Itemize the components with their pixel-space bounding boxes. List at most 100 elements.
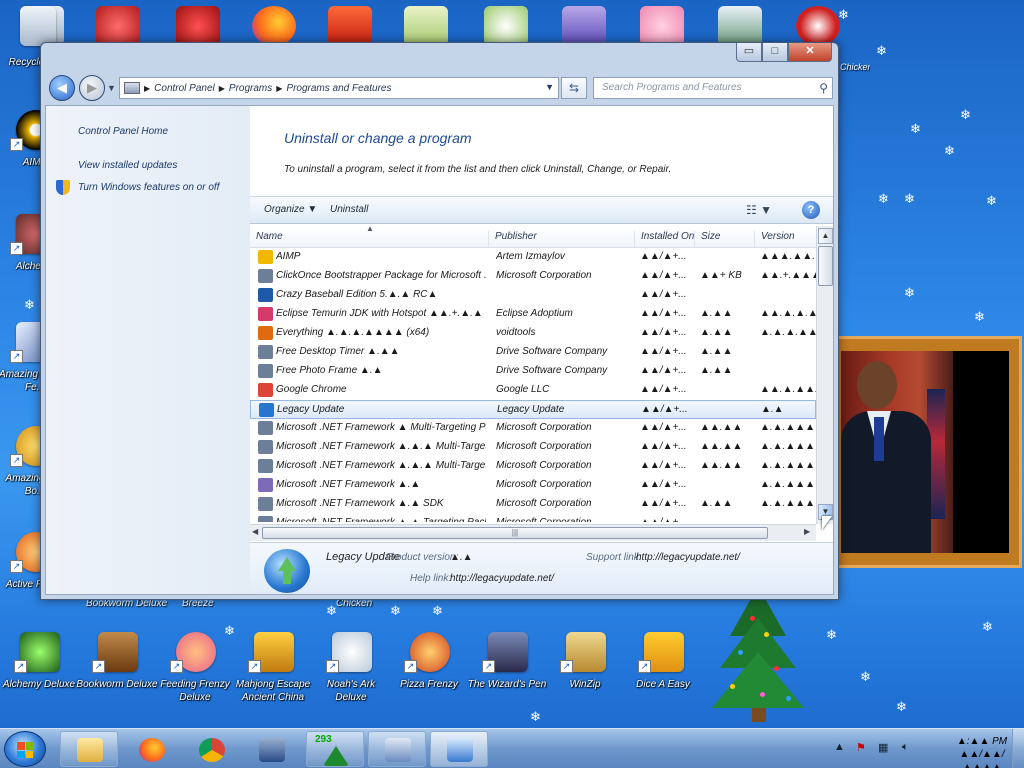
program-row[interactable]: ClickOnce Bootstrapper Package for Micro…	[250, 267, 816, 286]
program-row[interactable]: Legacy Update Legacy Update ▲▲/▲+... ▲.▲	[250, 400, 816, 419]
column-header-installed-on[interactable]: Installed On	[634, 231, 694, 247]
scroll-thumb[interactable]	[818, 246, 833, 286]
hscroll-thumb[interactable]: |||	[262, 527, 768, 539]
program-installed-cell: ▲▲/▲+...	[640, 498, 687, 509]
desktop-icon-label: Pizza Frenzy	[400, 679, 458, 690]
control-panel-home-link[interactable]: Control Panel Home	[78, 126, 168, 137]
close-button[interactable]: ✕	[788, 43, 832, 62]
uninstall-button[interactable]: Uninstall	[330, 204, 368, 215]
breadcrumb-programs-and-features[interactable]: Programs and Features	[282, 83, 395, 94]
address-dropdown-icon[interactable]: ▼	[545, 82, 554, 92]
taskbar-chrome[interactable]	[182, 731, 240, 767]
horizontal-scrollbar[interactable]: ◀ ||| ▶	[250, 524, 816, 541]
magic-icon[interactable]	[562, 6, 606, 46]
help-link-label: Help link:	[410, 573, 452, 584]
forward-button[interactable]: ▶	[79, 75, 105, 101]
windows-features-link[interactable]: Turn Windows features on or off	[78, 182, 219, 193]
volume-icon[interactable]: 🔈︎	[902, 741, 909, 754]
column-header-version[interactable]: Version	[754, 231, 795, 247]
desktop-icon-dice-a-easy[interactable]: ↗ Dice A Easy	[628, 630, 698, 708]
help-button[interactable]: ?	[802, 201, 820, 219]
desktop-icon-bookworm-deluxe[interactable]: ↗ Bookworm Deluxe	[76, 630, 158, 708]
program-row[interactable]: AIMP Artem Izmaylov ▲▲/▲+... ▲▲▲.▲▲.▲▲	[250, 248, 816, 267]
column-header-size[interactable]: Size	[694, 231, 720, 247]
creature-icon[interactable]	[176, 6, 220, 46]
network-icon[interactable]: ▦	[878, 741, 888, 754]
desktop-icon-label: Feeding Frenzy Deluxe	[160, 679, 230, 703]
product-version-label: Product version:	[386, 552, 459, 563]
column-header-publisher[interactable]: Publisher	[488, 231, 537, 247]
desktop-icon-pizza-frenzy[interactable]: ↗ Pizza Frenzy	[394, 630, 464, 708]
view-options-button[interactable]: ☷ ▼	[746, 203, 772, 217]
firefox-icon[interactable]	[252, 6, 296, 46]
history-dropdown-icon[interactable]: ▼	[107, 83, 116, 93]
clock-date: ▲▲/▲▲/▲▲▲▲	[959, 749, 1005, 768]
program-icon	[258, 440, 273, 454]
window-app-icon[interactable]	[718, 6, 762, 46]
flower-icon[interactable]	[484, 6, 528, 46]
desktop-icon-mahjong[interactable]: ↗ Mahjong Escape Ancient China	[236, 630, 310, 708]
back-button[interactable]: ◀	[49, 75, 75, 101]
search-icon[interactable]: ⚲	[819, 78, 828, 98]
show-desktop-button[interactable]	[1012, 729, 1024, 768]
refresh-button[interactable]: ⇆	[561, 77, 587, 99]
show-hidden-icons-button[interactable]: ▲	[834, 741, 845, 753]
search-input[interactable]: Search Programs and Features ⚲	[593, 77, 833, 99]
breadcrumb-programs[interactable]: Programs	[225, 83, 276, 94]
program-icon	[259, 403, 274, 417]
photo-frame-gadget[interactable]	[830, 336, 1022, 568]
program-row[interactable]: Microsoft .NET Framework ▲.▲ SDK Microsof…	[250, 495, 816, 514]
program-row[interactable]: Microsoft .NET Framework ▲.▲ Microsoft Co…	[250, 476, 816, 495]
programs-and-features-window[interactable]: ▭ □ ✕ ◀ ▶ ▼ ▶ Control Panel ▶ Programs ▶…	[40, 42, 839, 600]
desktop-icon-wizards-pen[interactable]: ↗ The Wizard's Pen	[468, 630, 546, 708]
program-row[interactable]: Eclipse Temurin JDK with Hotspot ▲▲.+.▲.…	[250, 305, 816, 324]
program-row[interactable]: Everything ▲.▲.▲.▲▲▲▲ (x64) voidtools ▲▲/▲…	[250, 324, 816, 343]
tasks-pane: Control Panel Home View installed update…	[46, 106, 250, 594]
help-link[interactable]: http://legacyupdate.net/	[450, 573, 554, 584]
shrine-icon[interactable]	[328, 6, 372, 46]
program-name-cell: Legacy Update	[277, 404, 345, 415]
maximize-button[interactable]: □	[762, 43, 788, 62]
game-icon[interactable]	[96, 6, 140, 46]
scroll-left-button[interactable]: ◀	[252, 527, 258, 536]
scroll-up-button[interactable]: ▲	[818, 228, 833, 244]
program-row[interactable]: Microsoft .NET Framework ▲.▲ Targeting P…	[250, 514, 816, 522]
chicken-icon[interactable]	[796, 6, 840, 46]
blossom-icon[interactable]	[640, 6, 684, 46]
view-installed-updates-link[interactable]: View installed updates	[78, 160, 177, 171]
program-row[interactable]: Google Chrome Google LLC ▲▲/▲+... ▲▲.▲.▲▲.▲…	[250, 381, 816, 400]
vertical-scrollbar[interactable]: ▲ ▼	[816, 226, 833, 524]
start-button[interactable]	[4, 731, 46, 767]
program-row[interactable]: Free Desktop Timer ▲.▲▲ Drive Software Co…	[250, 343, 816, 362]
notepad-icon[interactable]	[404, 6, 448, 46]
desktop-icon-alchemy-deluxe[interactable]: ↗ Alchemy Deluxe	[3, 630, 75, 708]
window-client-area: Control Panel Home View installed update…	[45, 105, 834, 595]
desktop-icon-noahs-ark[interactable]: ↗ Noah's Ark Deluxe	[316, 630, 386, 708]
shortcut-arrow-icon: ↗	[326, 660, 339, 673]
program-row[interactable]: Microsoft .NET Framework ▲.▲.▲ Multi-Tar…	[250, 438, 816, 457]
organize-button[interactable]: Organize ▼	[264, 204, 317, 215]
program-row[interactable]: Crazy Baseball Edition 5.▲.▲ RC▲ ▲▲/▲+...	[250, 286, 816, 305]
program-list[interactable]: AIMP Artem Izmaylov ▲▲/▲+... ▲▲▲.▲▲.▲▲ Click…	[250, 248, 816, 522]
desktop-icon-winzip[interactable]: ↗ WinZip	[550, 630, 620, 708]
desktop-icon-feeding-frenzy[interactable]: ↗ Feeding Frenzy Deluxe	[160, 630, 230, 708]
breadcrumb-control-panel[interactable]: Control Panel	[150, 83, 219, 94]
taskbar-tree-gadget[interactable]: 293	[306, 731, 364, 767]
taskbar-firefox[interactable]	[122, 731, 180, 767]
program-row[interactable]: Microsoft .NET Framework ▲ Multi-Targeti…	[250, 419, 816, 438]
support-link[interactable]: http://legacyupdate.net/	[636, 552, 740, 563]
program-publisher-cell: Microsoft Corporation	[496, 517, 636, 522]
taskbar-control-panel[interactable]	[430, 731, 488, 767]
taskbar-explorer[interactable]	[60, 731, 118, 767]
program-row[interactable]: Microsoft .NET Framework ▲.▲.▲ Multi-Tar…	[250, 457, 816, 476]
clock[interactable]: ▲:▲▲ PM ▲▲/▲▲/▲▲▲▲	[942, 735, 1022, 768]
scroll-right-button[interactable]: ▶	[804, 527, 810, 536]
shortcut-arrow-icon: ↗	[248, 660, 261, 673]
column-header-name[interactable]: Name	[250, 231, 283, 247]
program-row[interactable]: Free Photo Frame ▲.▲ Drive Software Compa…	[250, 362, 816, 381]
taskbar-keyboard[interactable]	[368, 731, 426, 767]
taskbar-virtualbox[interactable]	[242, 731, 300, 767]
action-center-icon[interactable]: ⚑	[856, 741, 866, 754]
minimize-button[interactable]: ▭	[736, 43, 762, 62]
address-bar[interactable]: ▶ Control Panel ▶ Programs ▶ Programs an…	[119, 77, 559, 99]
